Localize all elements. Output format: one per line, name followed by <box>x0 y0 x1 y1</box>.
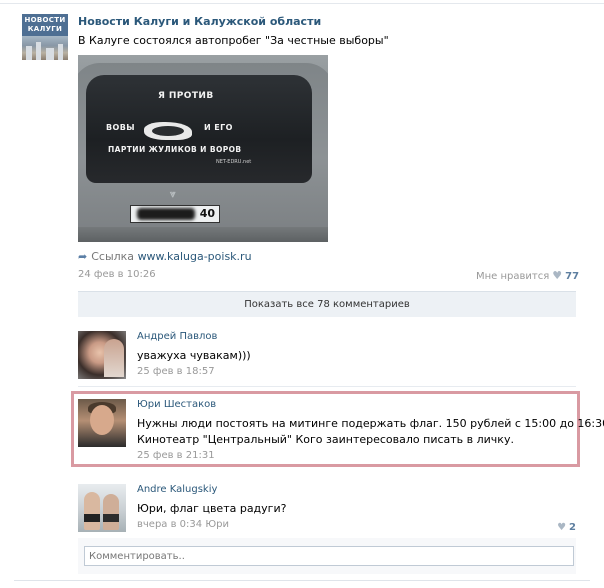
comment-like-button[interactable]: ♥ 2 <box>557 522 576 533</box>
group-avatar[interactable]: НОВОСТИ КАЛУГИ <box>22 14 68 60</box>
link-url[interactable]: www.kaluga-poisk.ru <box>138 250 252 263</box>
bottom-divider <box>14 580 590 581</box>
comment-text-line1: Нужны люди постоять на митинге подержать… <box>137 417 604 430</box>
sticker-line2-left: ВОВЫ <box>106 123 135 132</box>
heart-icon: ♥ <box>552 269 563 282</box>
link-arrow-icon: ➦ <box>78 250 88 263</box>
comment-author[interactable]: Юри Шестаков <box>137 399 216 410</box>
comment-text: Юри, флаг цвета радуги? <box>137 502 287 515</box>
show-all-comments-button[interactable]: Показать все 78 комментариев <box>78 291 576 317</box>
car-brand-icon: ⩔ <box>170 189 176 200</box>
comment: Юри Шестаков Нужны люди постоять на мити… <box>78 399 604 461</box>
plate-blur <box>137 208 195 220</box>
comment-divider <box>78 386 576 387</box>
avatar[interactable] <box>78 331 126 379</box>
avatar[interactable] <box>78 484 126 532</box>
post-date[interactable]: 24 фев в 10:26 <box>78 269 156 280</box>
comment-author[interactable]: Андрей Павлов <box>137 331 217 342</box>
comment-date[interactable]: 25 фев в 18:57 <box>137 366 215 377</box>
sticker-small: NET-EDRU.net <box>216 159 252 165</box>
like-label: Мне нравится <box>476 271 550 282</box>
comment-input[interactable] <box>84 546 574 566</box>
top-divider <box>0 3 604 4</box>
comment-date[interactable]: вчера в 0:34 Юри <box>137 519 229 530</box>
license-plate: 40 <box>130 205 220 223</box>
comment-like-count: 2 <box>569 522 576 533</box>
post-text: В Калуге состоялся автопробег "За честны… <box>78 34 389 47</box>
comment-text: уважуха чувакам))) <box>137 349 251 362</box>
comment-author[interactable]: Andre Kalugskiy <box>137 484 217 495</box>
like-count: 77 <box>565 271 580 282</box>
comment-text-line2: Кинотеатр "Центральный" Кого заинтересов… <box>137 433 514 446</box>
comment: Андрей Павлов уважуха чувакам))) 25 фев … <box>78 331 576 381</box>
post-like-button[interactable]: Мне нравится ♥ 77 <box>476 269 579 282</box>
bear-logo-inner-icon <box>152 126 184 136</box>
plate-region: 40 <box>199 207 215 220</box>
comment-date[interactable]: 25 фев в 21:31 <box>137 450 215 461</box>
attached-link[interactable]: ➦ Ссылка www.kaluga-poisk.ru <box>78 250 252 263</box>
bumper <box>78 227 328 242</box>
comment: Andre Kalugskiy Юри, флаг цвета радуги? … <box>78 484 576 534</box>
link-label: Ссылка <box>91 250 135 263</box>
heart-icon: ♥ <box>557 522 567 533</box>
sticker-line3: ПАРТИИ ЖУЛИКОВ И ВОРОВ <box>108 145 242 154</box>
sticker-line1: Я ПРОТИВ <box>158 91 214 101</box>
group-avatar-text: НОВОСТИ КАЛУГИ <box>22 14 68 36</box>
sticker-line2-right: И ЕГО <box>204 123 233 132</box>
post-photo[interactable]: Я ПРОТИВ ВОВЫ И ЕГО ПАРТИИ ЖУЛИКОВ И ВОР… <box>78 55 328 242</box>
avatar[interactable] <box>78 399 126 447</box>
group-avatar-city-image <box>22 36 68 60</box>
group-name-link[interactable]: Новости Калуги и Калужской области <box>78 15 321 28</box>
car-rear-window: Я ПРОТИВ ВОВЫ И ЕГО ПАРТИИ ЖУЛИКОВ И ВОР… <box>86 75 312 183</box>
